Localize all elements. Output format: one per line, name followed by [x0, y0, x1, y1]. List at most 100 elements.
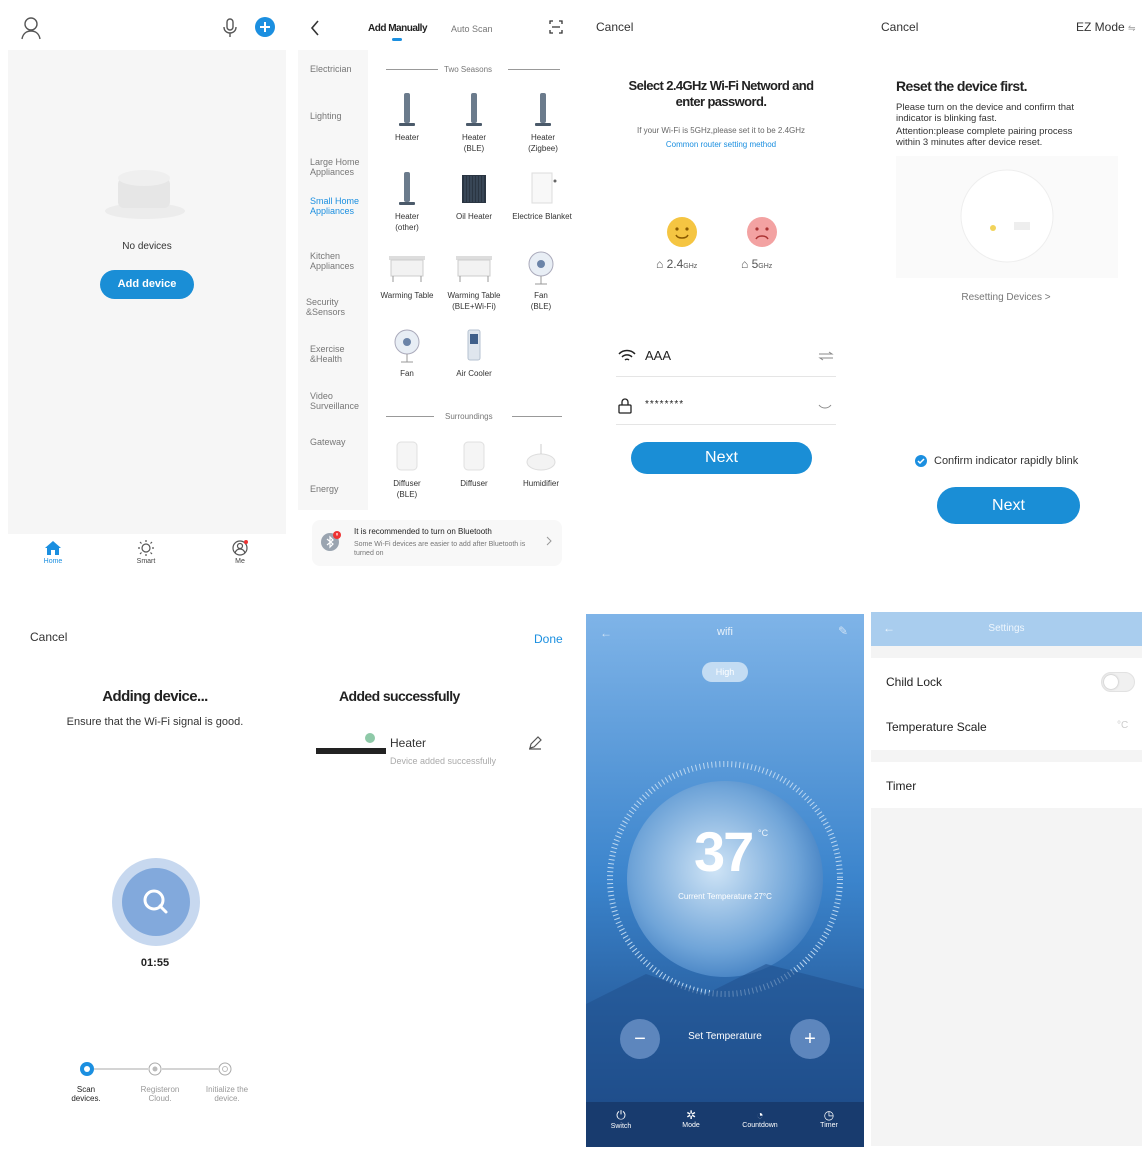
- edit-pencil-icon[interactable]: [528, 736, 542, 750]
- device-title: wifi: [717, 626, 733, 638]
- cancel-button[interactable]: Cancel: [30, 630, 67, 644]
- back-icon[interactable]: [310, 20, 320, 36]
- diffuser-image: [454, 438, 494, 474]
- band-unit: GHz: [683, 263, 698, 270]
- category-security-sensors[interactable]: Security &Sensors: [306, 297, 345, 317]
- setting-row-timer[interactable]: Timer: [871, 762, 1142, 808]
- reset-title: Reset the device first.: [896, 78, 1028, 94]
- tab-home[interactable]: Home: [23, 540, 83, 565]
- resetting-devices-link[interactable]: Resetting Devices >: [871, 292, 1141, 303]
- band-5ghz: ⌂ 5GHz: [741, 257, 772, 271]
- category-video-surveillance[interactable]: Video Surveillance: [310, 391, 359, 411]
- sad-face-icon: [746, 216, 778, 248]
- category-exercise-health[interactable]: Exercise &Health: [310, 344, 345, 364]
- mode-label: Mode: [682, 1122, 700, 1129]
- device-warming-table[interactable]: Warming Table: [374, 250, 440, 301]
- wifi-note: If your Wi-Fi is 5GHz,please set it to b…: [626, 124, 816, 152]
- router-icon: ⌂: [656, 257, 664, 271]
- wifi-title: Select 2.4GHz Wi-Fi Netword and enter pa…: [628, 78, 815, 109]
- category-large-home-appliances[interactable]: Large Home Appliances: [310, 157, 360, 177]
- device-label: Electrice Blanket: [512, 212, 572, 221]
- device-oil-heater[interactable]: Oil Heater: [441, 171, 507, 222]
- category-electrician[interactable]: Electrician: [310, 64, 352, 74]
- band-2-4-value: 2.4: [666, 257, 684, 271]
- band-2-4ghz: ⌂ 2.4GHz: [656, 257, 697, 271]
- category-gateway[interactable]: Gateway: [310, 437, 346, 447]
- chevron-right-icon: [546, 536, 552, 546]
- category-energy[interactable]: Energy: [310, 484, 339, 494]
- sun-icon: [137, 540, 155, 556]
- tab-active-indicator: [392, 38, 402, 41]
- countdown-control[interactable]: ◔ Countdown: [736, 1108, 784, 1129]
- eye-closed-icon[interactable]: [818, 404, 832, 410]
- device-heater-ble[interactable]: Heater (BLE): [441, 92, 507, 154]
- device-fan-ble[interactable]: Fan (BLE): [508, 250, 574, 312]
- tab-auto-scan[interactable]: Auto Scan: [451, 24, 493, 34]
- timer-control[interactable]: ◷ Timer: [808, 1108, 850, 1129]
- confirm-blink-label[interactable]: Confirm indicator rapidly blink: [934, 455, 1078, 467]
- resetting-devices-label: Resetting Devices: [961, 292, 1042, 303]
- add-circle-icon[interactable]: [255, 17, 275, 37]
- device-label: Air Cooler: [456, 369, 492, 378]
- fan-mode-icon: ✲: [685, 1108, 697, 1122]
- device-warming-table-ble-wifi[interactable]: Warming Table (BLE+Wi-Fi): [441, 250, 507, 312]
- smile-face-icon: [666, 216, 698, 248]
- device-heater-zigbee[interactable]: Heater (Zigbee): [510, 92, 576, 154]
- ssid-field[interactable]: AAA: [645, 348, 671, 363]
- humidifier-image: [521, 438, 561, 474]
- heater-image: [454, 92, 494, 128]
- home-icon: [44, 540, 62, 556]
- cancel-button[interactable]: Cancel: [881, 20, 918, 34]
- next-button[interactable]: Next: [631, 442, 812, 474]
- countdown-icon: ◔: [756, 1108, 764, 1122]
- device-sub-label: (BLE): [396, 490, 418, 499]
- device-electric-blanket[interactable]: Electrice Blanket: [504, 171, 576, 222]
- adding-device-screen: Cancel Adding device... Ensure that the …: [16, 620, 294, 1160]
- ez-mode-button[interactable]: EZ Mode ⇋: [1076, 20, 1136, 34]
- switch-network-icon[interactable]: [818, 351, 834, 361]
- bluetooth-title: It is recommended to turn on Bluetooth: [354, 527, 492, 536]
- device-diffuser[interactable]: Diffuser: [441, 438, 507, 489]
- device-air-cooler[interactable]: Air Cooler: [441, 328, 507, 379]
- increase-temp-button[interactable]: +: [790, 1019, 830, 1059]
- category-lighting[interactable]: Lighting: [310, 111, 342, 121]
- cancel-button[interactable]: Cancel: [596, 20, 633, 34]
- tab-me[interactable]: Me: [210, 540, 270, 565]
- router-setting-link[interactable]: Common router setting method: [666, 140, 776, 149]
- switch-control[interactable]: ⏻ Switch: [600, 1108, 642, 1130]
- device-label: Oil Heater: [455, 212, 492, 221]
- device-sub-label: (BLE): [530, 302, 552, 311]
- power-icon: ⏻: [616, 1108, 626, 1122]
- no-devices-text: No devices: [122, 241, 172, 252]
- add-device-button[interactable]: Add device: [100, 270, 194, 299]
- reset-illustration: [896, 156, 1118, 278]
- bottom-tab-bar: Home Smart Me: [8, 534, 286, 574]
- password-field[interactable]: ********: [645, 399, 684, 410]
- device-sub-label: (BLE+Wi-Fi): [452, 302, 496, 311]
- device-humidifier[interactable]: Humidifier: [508, 438, 574, 489]
- child-lock-toggle[interactable]: [1101, 672, 1135, 692]
- edit-pencil-icon[interactable]: ✎: [838, 624, 848, 638]
- setting-row-temperature-scale[interactable]: Temperature Scale °C: [871, 704, 1142, 750]
- device-heater[interactable]: Heater: [374, 92, 440, 143]
- next-button[interactable]: Next: [937, 487, 1080, 524]
- done-button[interactable]: Done: [534, 632, 563, 646]
- category-small-home-appliances[interactable]: Small Home Appliances: [310, 196, 359, 216]
- microphone-icon[interactable]: [223, 18, 237, 38]
- countdown-timer: 01:55: [140, 957, 170, 969]
- device-diffuser-ble[interactable]: Diffuser (BLE): [374, 438, 440, 500]
- scan-icon[interactable]: [549, 20, 563, 34]
- switch-label: Switch: [610, 1123, 632, 1130]
- bluetooth-banner[interactable]: It is recommended to turn on Bluetooth S…: [312, 520, 562, 566]
- router-icon: ⌂: [741, 257, 749, 271]
- tab-smart[interactable]: Smart: [116, 540, 176, 565]
- category-kitchen-appliances[interactable]: Kitchen Appliances: [310, 251, 354, 271]
- tab-add-manually[interactable]: Add Manually: [368, 23, 428, 34]
- device-fan[interactable]: Fan: [374, 328, 440, 379]
- checkbox-checked-icon[interactable]: [915, 455, 927, 467]
- device-label: Humidifier: [522, 479, 559, 488]
- device-heater-other[interactable]: Heater (other): [374, 171, 440, 233]
- user-icon[interactable]: [20, 16, 42, 40]
- setting-row-child-lock[interactable]: Child Lock: [871, 658, 1142, 704]
- mode-control[interactable]: ✲ Mode: [670, 1108, 712, 1129]
